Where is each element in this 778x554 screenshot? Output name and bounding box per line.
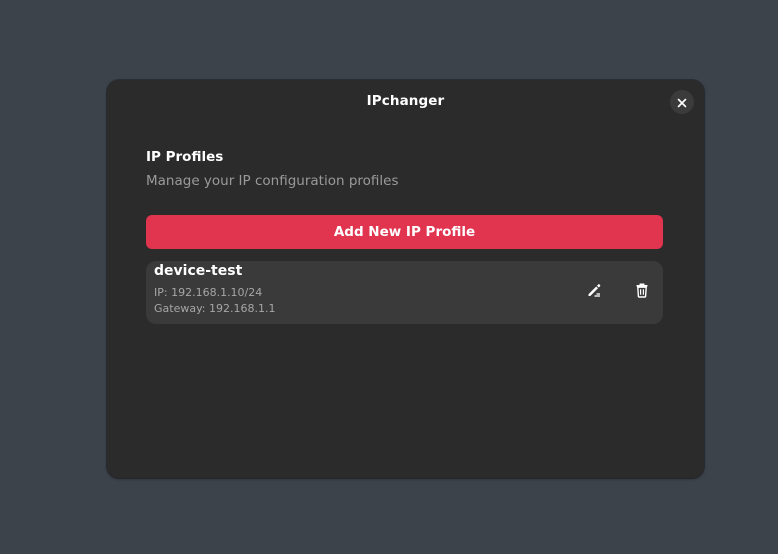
dialog-window: IPchanger IP Profiles Manage your IP con… [107,80,704,478]
profile-ip: IP: 192.168.1.10/24 [154,286,263,299]
title-bar: IPchanger [107,80,704,124]
add-profile-button[interactable]: Add New IP Profile [146,215,663,249]
window-title: IPchanger [366,93,445,109]
close-button[interactable] [670,90,694,114]
close-icon [677,93,687,112]
edit-profile-button[interactable] [581,279,607,305]
profile-card: device-test IP: 192.168.1.10/24 Gateway:… [146,261,663,324]
trash-icon [634,282,650,302]
section-title: IP Profiles [146,149,224,165]
section-subtitle: Manage your IP configuration profiles [146,173,399,189]
profile-name: device-test [154,263,243,279]
edit-icon [586,282,602,302]
profile-gateway: Gateway: 192.168.1.1 [154,302,276,315]
delete-profile-button[interactable] [629,279,655,305]
